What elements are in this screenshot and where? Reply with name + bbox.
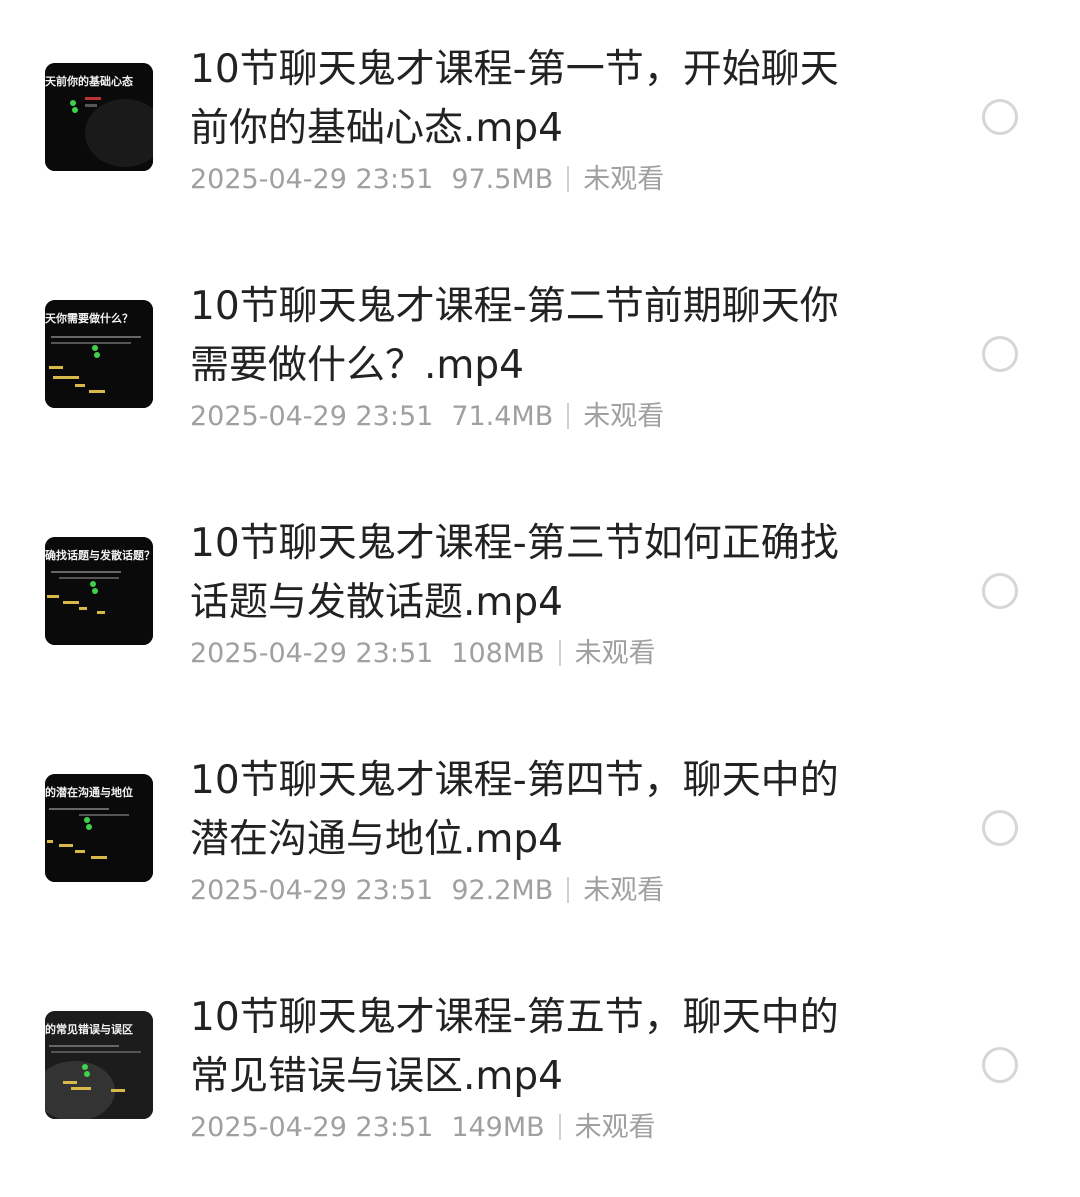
file-size: 92.2MB (451, 875, 554, 906)
watch-status: 未观看 (583, 164, 665, 195)
file-title[interactable]: 10节聊天鬼才课程-第一节，开始聊天前你的基础心态.mp4 (190, 40, 850, 158)
video-thumbnail-icon[interactable]: 天前你的基础心态 (45, 63, 153, 171)
file-size: 149MB (451, 1112, 545, 1143)
thumbnail-caption: 的潜在沟通与地位 (45, 786, 133, 799)
file-size: 97.5MB (451, 164, 554, 195)
file-date: 2025-04-29 23:51 (190, 164, 434, 195)
file-size: 108MB (451, 638, 545, 669)
file-item[interactable]: 天前你的基础心态 10节聊天鬼才课程-第一节，开始聊天前你的基础心态.mp4 2… (0, 0, 1080, 237)
file-meta: 2025-04-29 23:51 108MB 未观看 (190, 634, 656, 674)
meta-divider (567, 403, 570, 429)
file-list: 天前你的基础心态 10节聊天鬼才课程-第一节，开始聊天前你的基础心态.mp4 2… (0, 0, 1080, 1197)
watch-status: 未观看 (583, 875, 665, 906)
select-radio-icon[interactable] (982, 1047, 1018, 1083)
thumbnail-caption: 天前你的基础心态 (45, 75, 133, 88)
meta-divider (567, 877, 570, 903)
thumbnail-caption: 的常见错误与误区 (45, 1023, 133, 1036)
video-thumbnail-icon[interactable]: 确找话题与发散话题？ (45, 537, 153, 645)
video-thumbnail-icon[interactable]: 的常见错误与误区 (45, 1011, 153, 1119)
file-date: 2025-04-29 23:51 (190, 638, 434, 669)
file-date: 2025-04-29 23:51 (190, 1112, 434, 1143)
meta-divider (567, 166, 570, 192)
meta-divider (558, 640, 561, 666)
file-meta: 2025-04-29 23:51 71.4MB 未观看 (190, 397, 664, 437)
select-radio-icon[interactable] (982, 573, 1018, 609)
file-meta: 2025-04-29 23:51 149MB 未观看 (190, 1108, 656, 1148)
watch-status: 未观看 (583, 401, 665, 432)
file-item[interactable]: 天你需要做什么？ 10节聊天鬼才课程-第二节前期聊天你需要做什么？.mp4 20… (0, 237, 1080, 474)
watch-status: 未观看 (574, 1112, 656, 1143)
thumbnail-caption: 确找话题与发散话题？ (45, 549, 153, 562)
file-title[interactable]: 10节聊天鬼才课程-第五节，聊天中的常见错误与误区.mp4 (190, 988, 850, 1106)
file-title[interactable]: 10节聊天鬼才课程-第二节前期聊天你需要做什么？.mp4 (190, 277, 850, 395)
watch-status: 未观看 (574, 638, 656, 669)
file-item[interactable]: 确找话题与发散话题？ 10节聊天鬼才课程-第三节如何正确找话题与发散话题.mp4… (0, 474, 1080, 711)
file-item[interactable]: 的常见错误与误区 10节聊天鬼才课程-第五节，聊天中的常见错误与误区.mp4 2… (0, 948, 1080, 1185)
video-thumbnail-icon[interactable]: 的潜在沟通与地位 (45, 774, 153, 882)
file-item[interactable]: 的潜在沟通与地位 10节聊天鬼才课程-第四节，聊天中的潜在沟通与地位.mp4 2… (0, 711, 1080, 948)
file-meta: 2025-04-29 23:51 97.5MB 未观看 (190, 160, 664, 200)
thumbnail-caption: 天你需要做什么？ (45, 312, 133, 325)
file-title[interactable]: 10节聊天鬼才课程-第三节如何正确找话题与发散话题.mp4 (190, 514, 850, 632)
meta-divider (558, 1114, 561, 1140)
video-thumbnail-icon[interactable]: 天你需要做什么？ (45, 300, 153, 408)
select-radio-icon[interactable] (982, 99, 1018, 135)
select-radio-icon[interactable] (982, 336, 1018, 372)
file-date: 2025-04-29 23:51 (190, 875, 434, 906)
file-size: 71.4MB (451, 401, 554, 432)
file-date: 2025-04-29 23:51 (190, 401, 434, 432)
select-radio-icon[interactable] (982, 810, 1018, 846)
file-title[interactable]: 10节聊天鬼才课程-第四节，聊天中的潜在沟通与地位.mp4 (190, 751, 850, 869)
file-meta: 2025-04-29 23:51 92.2MB 未观看 (190, 871, 664, 911)
